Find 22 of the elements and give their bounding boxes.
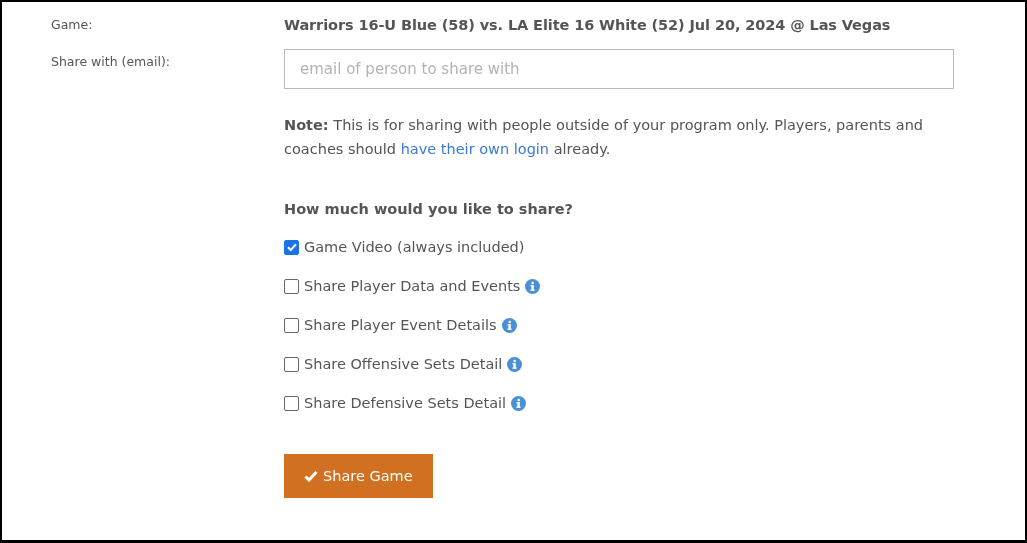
info-icon[interactable] [525,278,541,294]
checkbox[interactable] [284,356,299,372]
field-label: Game: [51,17,94,33]
check-icon [304,470,318,482]
email-field[interactable]: email of person to share with [284,49,954,89]
option-label[interactable]: Share Player Data and Events [304,278,521,294]
checkbox[interactable] [284,395,299,411]
note-text: Note: This is for sharing with people outside of your program only. Players, parents and coaches should have their own login already. [284,116,924,159]
info-icon[interactable] [507,356,523,372]
option-label[interactable]: Share Defensive Sets Detail [304,395,507,411]
login-link[interactable]: have their own login [400,141,550,157]
section-heading: How much would you like to share? [284,201,574,217]
checkbox[interactable] [284,317,299,333]
info-icon[interactable] [501,317,517,333]
checkbox[interactable] [284,239,299,255]
option-label[interactable]: Share Offensive Sets Detail [304,356,503,372]
option-label[interactable]: Game Video (always included) [304,239,525,255]
field-label: Share with (email): [51,53,171,71]
game-title: Warriors 16-U Blue (58) vs. LA Elite 16 White (52) Jul 20, 2024 @ Las Vegas [284,17,892,33]
option-label[interactable]: Share Player Event Details [304,317,497,333]
info-icon[interactable] [511,395,527,411]
checkbox[interactable] [284,278,299,294]
